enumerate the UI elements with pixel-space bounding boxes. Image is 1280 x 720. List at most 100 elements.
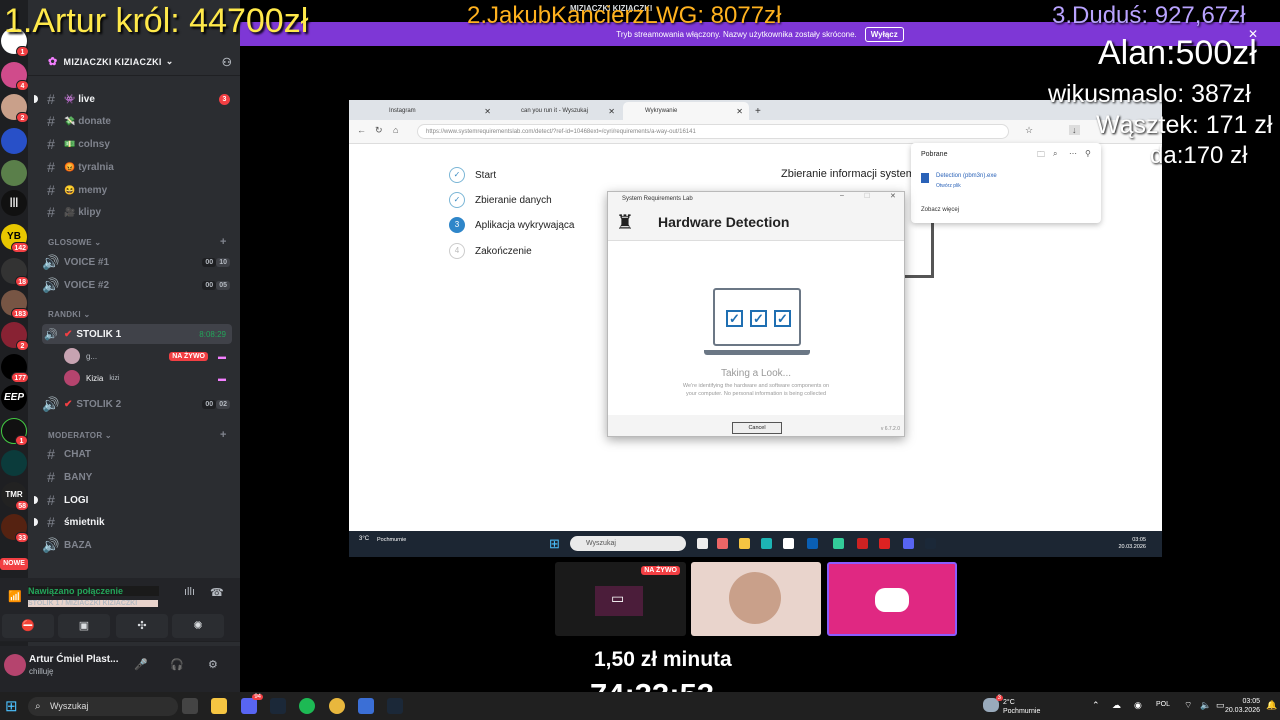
voice-channel-2[interactable]: 🔊 VOICE #2 00 05: [42, 275, 234, 295]
language-indicator[interactable]: POL: [1156, 701, 1170, 708]
minimize-icon[interactable]: –: [840, 192, 844, 199]
disconnect-icon[interactable]: ☎: [210, 586, 224, 599]
app-icon[interactable]: [358, 698, 374, 714]
server-icon[interactable]: 18: [1, 258, 29, 287]
server-icon[interactable]: |||: [1, 190, 27, 216]
new-servers-badge[interactable]: NOWE: [0, 558, 28, 570]
avatar[interactable]: [4, 654, 26, 676]
battery-icon[interactable]: ▭: [1216, 700, 1225, 711]
server-icon[interactable]: 4: [1, 62, 29, 91]
spotify-icon[interactable]: [299, 698, 315, 714]
voice-channel-stolik2[interactable]: 🔊 ✔ STOLIK 2 00 02: [42, 394, 234, 414]
channel-tyralnia[interactable]: # 😡 tyralnia: [42, 157, 234, 177]
windows-start-icon[interactable]: ⊞: [5, 699, 19, 714]
cloud-icon[interactable]: ☁: [1112, 700, 1121, 711]
voice-member[interactable]: Kizia kizi ▬: [64, 369, 234, 387]
server-icon[interactable]: 2: [1, 322, 29, 351]
close-icon[interactable]: ✕: [890, 192, 896, 200]
headphones-icon[interactable]: 🎧: [170, 658, 184, 671]
camera-off-button[interactable]: ⛔: [2, 614, 54, 638]
taskbar-clock[interactable]: 03:05 20.03.2026: [1225, 697, 1260, 715]
home-icon[interactable]: ⌂: [393, 125, 398, 135]
gear-icon[interactable]: ⚙: [208, 658, 218, 671]
app-tray-icon[interactable]: ◉: [1134, 700, 1142, 711]
open-file-link[interactable]: Otwórz plik: [936, 183, 961, 189]
server-icon[interactable]: 177: [1, 354, 29, 383]
participant-tile[interactable]: [827, 562, 957, 636]
server-icon[interactable]: EEP: [1, 385, 27, 411]
pin-icon[interactable]: ⚲: [1085, 149, 1091, 158]
notifications-icon[interactable]: 🔔: [1266, 700, 1277, 711]
refresh-icon[interactable]: ↻: [375, 125, 383, 136]
discord-icon[interactable]: 94: [241, 694, 263, 714]
task-view-icon[interactable]: [182, 698, 198, 714]
steam-icon[interactable]: [387, 698, 403, 714]
server-icon[interactable]: [1, 450, 27, 476]
channel-colnsy[interactable]: # 💵 colnsy: [42, 134, 234, 154]
disable-streamer-mode-button[interactable]: Wyłącz: [864, 26, 904, 42]
new-tab-button[interactable]: +: [749, 102, 769, 120]
tab-instagram[interactable]: Instagram ✕: [367, 102, 497, 120]
voice-channel-stolik1[interactable]: 🔊 ✔ STOLIK 1 8:08:29: [42, 324, 232, 344]
channel-bany[interactable]: # BANY: [42, 467, 234, 487]
stream-tile[interactable]: NA ŻYWO ▭: [555, 562, 686, 636]
channel-klipy[interactable]: # 🎥 klipy: [42, 202, 234, 222]
tab-detect[interactable]: Wykrywanie ✕: [623, 102, 749, 120]
add-channel-icon[interactable]: +: [220, 236, 227, 248]
server-icon[interactable]: [1, 160, 27, 186]
add-channel-icon[interactable]: +: [220, 429, 227, 441]
see-more-link[interactable]: Zobacz więcej: [921, 207, 959, 213]
username[interactable]: Artur Ćmiel Plast...: [29, 654, 118, 665]
category-randki[interactable]: RANDKI ⌄: [48, 310, 238, 319]
taskbar-search[interactable]: ⌕ Wyszukaj: [28, 697, 178, 716]
server-icon[interactable]: YB 142: [1, 224, 29, 253]
channel-baza[interactable]: 🔊 BAZA: [42, 535, 234, 555]
favorite-icon[interactable]: ☆: [1025, 125, 1033, 136]
server-icon[interactable]: TMR 58: [1, 482, 29, 511]
download-filename[interactable]: Detection (pbm3n).exe: [936, 173, 997, 179]
voice-channel-1[interactable]: 🔊 VOICE #1 00 10: [42, 252, 234, 272]
steam-icon[interactable]: [270, 698, 286, 714]
folder-icon[interactable]: 🗀: [1037, 149, 1045, 163]
voice-member[interactable]: g... NA ŻYWO ▬: [64, 347, 234, 365]
microphone-icon[interactable]: 🎤: [134, 658, 148, 671]
channel-live[interactable]: # 👾 live 3: [34, 89, 234, 109]
back-icon[interactable]: ←: [357, 125, 366, 135]
chrome-icon[interactable]: [329, 698, 345, 714]
channel-chat[interactable]: # CHAT: [42, 444, 234, 464]
server-icon[interactable]: [1, 128, 27, 154]
connection-status[interactable]: Nawiązano połączenie: [28, 586, 159, 596]
speaker-icon: 🔊: [44, 328, 58, 341]
channel-memy[interactable]: # 😆 memy: [42, 180, 234, 200]
search-icon[interactable]: ⌕: [1053, 149, 1057, 159]
more-icon[interactable]: ⋯: [1069, 149, 1077, 158]
server-icon[interactable]: 183: [1, 290, 29, 319]
wifi-icon[interactable]: ⌔: [1184, 700, 1192, 711]
weather-icon[interactable]: 3: [983, 695, 1003, 712]
screen-share-button[interactable]: ▣: [58, 614, 110, 638]
server-icon[interactable]: 33: [1, 514, 29, 543]
folder-icon[interactable]: [211, 698, 227, 714]
camera-tile[interactable]: [691, 562, 821, 636]
weather-widget[interactable]: 2°C Pochmurnie: [1003, 698, 1040, 716]
category-moderator[interactable]: MODERATOR ⌄ +: [48, 429, 238, 441]
server-icon[interactable]: 1: [1, 418, 28, 446]
screen-share-view[interactable]: Instagram ✕ can you run it - Wyszukaj ✕ Wy…: [349, 100, 1162, 557]
category-glosowe[interactable]: GLOSOWE ⌄ +: [48, 236, 238, 248]
soundboard-button[interactable]: ✺: [172, 614, 224, 638]
tab-search[interactable]: can you run it - Wyszukaj ✕: [499, 102, 621, 120]
connection-location[interactable]: STOLIK 1 / MIZIACZKI KIZIACZKI: [28, 600, 158, 607]
noise-icon[interactable]: ıllı: [184, 586, 195, 598]
channel-smietnik[interactable]: # śmietnik: [34, 512, 234, 532]
download-icon[interactable]: ↓: [1069, 125, 1080, 135]
activities-button[interactable]: ✣: [116, 614, 168, 638]
server-header[interactable]: ✿ MIZIACZKI KIZIACZKI ⌄ ⚇: [28, 48, 240, 76]
server-icon[interactable]: 2: [1, 94, 29, 123]
channel-logi[interactable]: # LOGI: [34, 490, 234, 510]
cancel-button[interactable]: Cancel: [732, 422, 782, 434]
url-input[interactable]: https://www.systemrequirementslab.com/de…: [417, 124, 1009, 139]
chevron-up-icon[interactable]: ⌃: [1092, 700, 1100, 711]
volume-icon[interactable]: 🔈: [1200, 700, 1211, 711]
add-people-icon[interactable]: ⚇: [222, 56, 232, 69]
channel-donate[interactable]: # 💸 donate: [42, 111, 234, 131]
